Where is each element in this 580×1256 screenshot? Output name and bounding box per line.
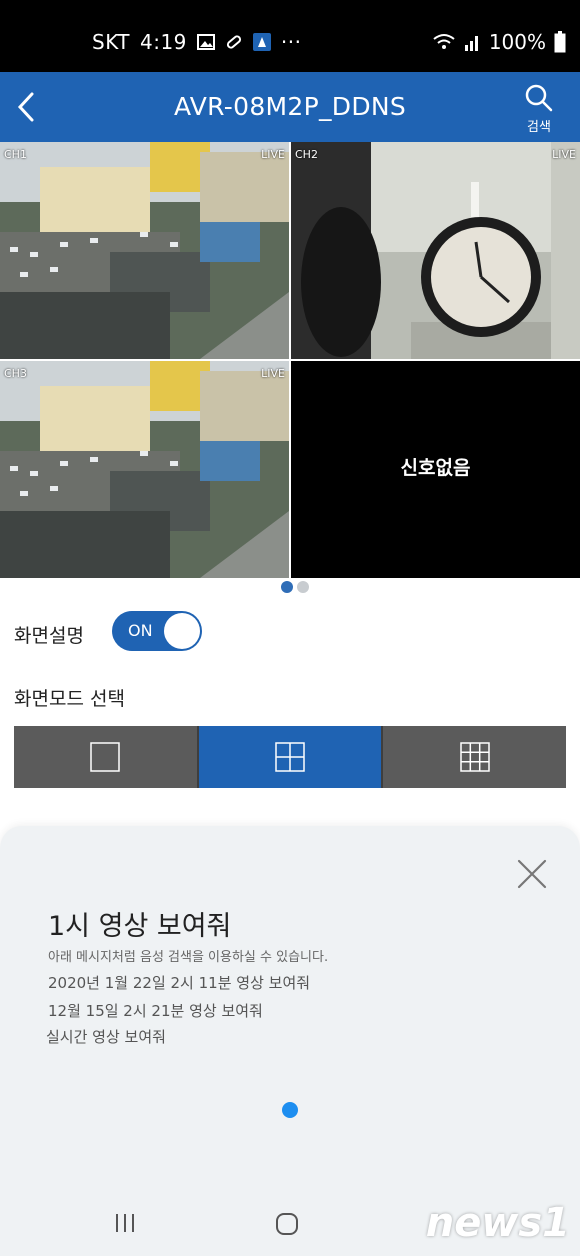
battery-icon [554,31,566,53]
status-right: 100% [433,30,566,54]
carrier: SKT [92,30,130,54]
no-signal-text: 신호없음 [400,457,471,479]
battery-percent: 100% [488,30,546,54]
channel-label: CH1 [4,148,27,161]
status-bar: SKT 4:19 ··· 100% [0,0,580,72]
example-command: 실시간 영상 보여줘 [46,1028,166,1046]
gallery-icon [196,34,215,50]
voice-hint-text: 아래 메시지처럼 음성 검색을 이용하실 수 있습니다. [48,950,329,965]
video-cell-ch3[interactable]: CH3 LIVE [0,361,289,578]
video-feed-clock [291,142,580,359]
live-badge: LIVE [552,148,576,161]
quad-view-icon [275,742,305,772]
more-icon: ··· [280,30,302,54]
home-icon[interactable] [275,1212,299,1236]
news1-watermark: news1 [426,1200,570,1246]
nine-view-icon [459,742,490,772]
search-icon [525,84,553,112]
screen-mode-selector [14,726,567,788]
watermark-text: news1 [425,1200,570,1246]
app-notification-icon [252,33,271,51]
status-left: SKT 4:19 ··· [92,30,301,54]
toggle-label: ON [128,621,153,640]
video-feed-parking [0,361,289,578]
video-cell-ch2[interactable]: CH2 LIVE [291,142,580,359]
channel-label: CH3 [4,367,27,380]
signal-icon [464,36,478,51]
pill-icon [226,35,241,49]
recent-apps-icon[interactable] [114,1212,136,1234]
video-cell-ch1[interactable]: CH1 LIVE [0,142,289,359]
toggle-knob [164,613,200,649]
live-badge: LIVE [261,367,285,380]
page-dot-active[interactable] [281,581,293,593]
search-button[interactable]: 검색 [512,82,566,135]
mode-9-split-button[interactable] [383,726,567,788]
wifi-icon [433,34,455,49]
search-label: 검색 [527,120,551,135]
video-cell-ch4[interactable]: 신호없음 [291,361,580,578]
live-badge: LIVE [261,148,285,161]
page-indicator [281,581,309,593]
clock: 4:19 [139,30,187,54]
video-feed-parking [0,142,289,359]
single-view-icon [90,742,121,772]
mode-4-split-button[interactable] [198,726,384,788]
page-dot[interactable] [297,581,309,593]
app-bar: AVR-08M2P_DDNS 검색 [0,72,580,142]
listening-indicator [282,1102,298,1118]
screen-desc-toggle[interactable]: ON [112,611,202,651]
example-command: 2020년 1월 22일 2시 11분 영상 보여줘 [48,974,311,992]
page-title: AVR-08M2P_DDNS [173,92,407,121]
voice-query-text: 1시 영상 보여줘 [48,911,232,942]
system-nav-bar: news1 [0,1190,580,1256]
channel-label: CH2 [295,148,318,161]
screen-mode-label: 화면모드 선택 [14,688,125,710]
example-command: 12월 15일 2시 21분 영상 보여줘 [48,1002,263,1020]
mode-1-split-button[interactable] [14,726,199,788]
screen-desc-label: 화면설명 [14,625,84,647]
video-grid: CH1 LIVE CH2 LIVE CH3 LIVE 신호없음 [0,142,580,578]
close-icon[interactable] [516,858,548,890]
